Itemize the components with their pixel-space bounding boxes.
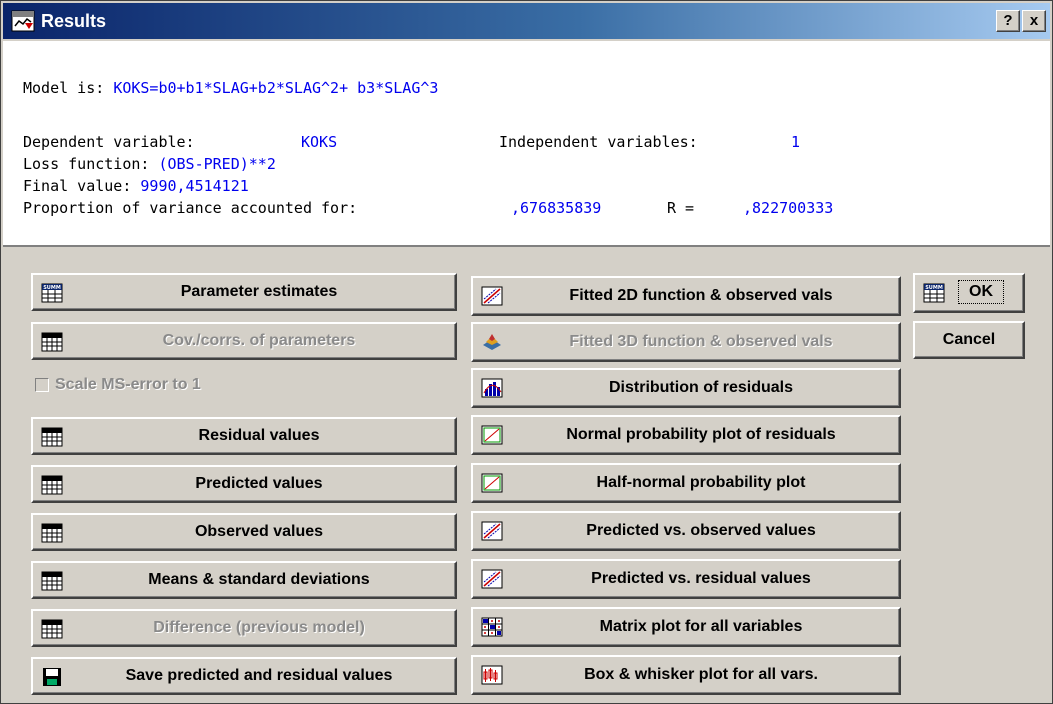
box-whisker-plot-button[interactable]: Box & whisker plot for all vars. <box>471 655 901 695</box>
cov-corrs-parameters-label: Cov./corrs. of parameters <box>162 332 356 349</box>
distribution-residuals-button[interactable]: Distribution of residuals <box>471 368 901 408</box>
spreadsheet-icon <box>41 619 63 639</box>
residual-values-label: Residual values <box>198 427 320 444</box>
fitted-2d-function-label: Fitted 2D function & observed vals <box>569 287 833 304</box>
normal-probability-plot-label: Normal probability plot of residuals <box>566 426 836 443</box>
box-whisker-plot-label: Box & whisker plot for all vars. <box>584 666 818 683</box>
proportion-label: Proportion of variance accounted for: <box>23 199 358 217</box>
means-standard-deviations-button[interactable]: Means & standard deviations <box>31 561 457 599</box>
difference-previous-model-button[interactable]: Difference (previous model) <box>31 609 457 647</box>
model-label: Model is: <box>23 79 114 97</box>
fitted-2d-function-button[interactable]: Fitted 2D function & observed vals <box>471 276 901 316</box>
difference-previous-model-label: Difference (previous model) <box>153 619 365 636</box>
spreadsheet-icon <box>41 523 63 543</box>
box-whisker-icon <box>481 665 503 685</box>
dependent-label: Dependent variable: <box>23 133 195 151</box>
results-output: Model is: KOKS=b0+b1*SLAG+b2*SLAG^2+ b3*… <box>3 41 1050 247</box>
distribution-residuals-label: Distribution of residuals <box>608 379 793 396</box>
cancel-button[interactable]: Cancel <box>913 321 1025 359</box>
final-label: Final value: <box>23 177 141 195</box>
final-line: Final value: 9990,4514121 <box>23 177 249 195</box>
predicted-vs-observed-label: Predicted vs. observed values <box>586 522 816 539</box>
r-value: ,822700333 <box>743 199 834 217</box>
scale-ms-error-checkbox-box[interactable] <box>35 378 49 392</box>
title-bar[interactable]: Results ? x <box>3 3 1050 39</box>
half-normal-probability-plot-label: Half-normal probability plot <box>596 474 806 491</box>
observed-values-button[interactable]: Observed values <box>31 513 457 551</box>
normal-probability-plot-button[interactable]: Normal probability plot of residuals <box>471 415 901 455</box>
matrix-plot-icon <box>481 617 503 637</box>
predicted-values-label: Predicted values <box>195 475 323 492</box>
svg-text:SUMM: SUMM <box>925 285 943 291</box>
save-predicted-residual-button[interactable]: Save predicted and residual values <box>31 657 457 695</box>
parameter-estimates-button[interactable]: SUMM Parameter estimates <box>31 273 457 311</box>
results-dialog: Results ? x Model is: KOKS=b0+b1*SLAG+b2… <box>0 0 1053 704</box>
spreadsheet-icon <box>41 427 63 447</box>
summary-icon: SUMM <box>923 283 945 303</box>
scatterplot-icon <box>481 569 503 589</box>
predicted-vs-residual-button[interactable]: Predicted vs. residual values <box>471 559 901 599</box>
fitted-3d-function-button[interactable]: Fitted 3D function & observed vals <box>471 322 901 362</box>
parameter-estimates-label: Parameter estimates <box>180 283 338 300</box>
probability-plot-icon <box>481 473 503 493</box>
svg-text:SUMM: SUMM <box>43 285 61 291</box>
proportion-value: ,676835839 <box>511 199 602 217</box>
fitted-3d-function-label: Fitted 3D function & observed vals <box>569 333 833 350</box>
independent-value: 1 <box>791 133 801 151</box>
scatterplot-icon <box>481 521 503 541</box>
loss-value: (OBS-PRED)**2 <box>158 155 276 173</box>
matrix-plot-label: Matrix plot for all variables <box>599 618 803 635</box>
model-line: Model is: KOKS=b0+b1*SLAG+b2*SLAG^2+ b3*… <box>23 79 438 97</box>
predicted-vs-residual-label: Predicted vs. residual values <box>591 570 811 587</box>
spreadsheet-icon <box>41 332 63 352</box>
matrix-plot-button[interactable]: Matrix plot for all variables <box>471 607 901 647</box>
means-standard-deviations-label: Means & standard deviations <box>148 571 370 588</box>
spreadsheet-icon <box>41 571 63 591</box>
ok-button[interactable]: SUMM OK <box>913 273 1025 313</box>
observed-values-label: Observed values <box>194 523 324 540</box>
residual-values-button[interactable]: Residual values <box>31 417 457 455</box>
predicted-vs-observed-button[interactable]: Predicted vs. observed values <box>471 511 901 551</box>
ok-label: OK <box>958 280 1004 304</box>
predicted-values-button[interactable]: Predicted values <box>31 465 457 503</box>
final-value: 9990,4514121 <box>140 177 249 195</box>
surface-plot-icon <box>483 334 501 350</box>
independent-label: Independent variables: <box>499 133 698 151</box>
histogram-icon <box>481 378 503 398</box>
scale-ms-error-label: Scale MS-error to 1 <box>55 376 201 393</box>
app-icon <box>11 10 35 32</box>
save-predicted-residual-label: Save predicted and residual values <box>125 667 393 684</box>
dependent-value: KOKS <box>301 133 338 151</box>
loss-label: Loss function: <box>23 155 159 173</box>
model-value: KOKS=b0+b1*SLAG+b2*SLAG^2+ b3*SLAG^3 <box>113 79 439 97</box>
window-title: Results <box>41 11 107 31</box>
cancel-label: Cancel <box>942 331 996 348</box>
spreadsheet-icon <box>41 475 63 495</box>
r-label: R = <box>667 199 695 217</box>
cov-corrs-parameters-button[interactable]: Cov./corrs. of parameters <box>31 322 457 360</box>
help-button[interactable]: ? <box>996 10 1020 32</box>
close-button[interactable]: x <box>1022 10 1046 32</box>
scatterplot-icon <box>481 286 503 306</box>
probability-plot-icon <box>481 425 503 445</box>
loss-line: Loss function: (OBS-PRED)**2 <box>23 155 276 173</box>
floppy-disk-icon <box>43 668 61 686</box>
summary-icon: SUMM <box>41 283 63 303</box>
half-normal-probability-plot-button[interactable]: Half-normal probability plot <box>471 463 901 503</box>
